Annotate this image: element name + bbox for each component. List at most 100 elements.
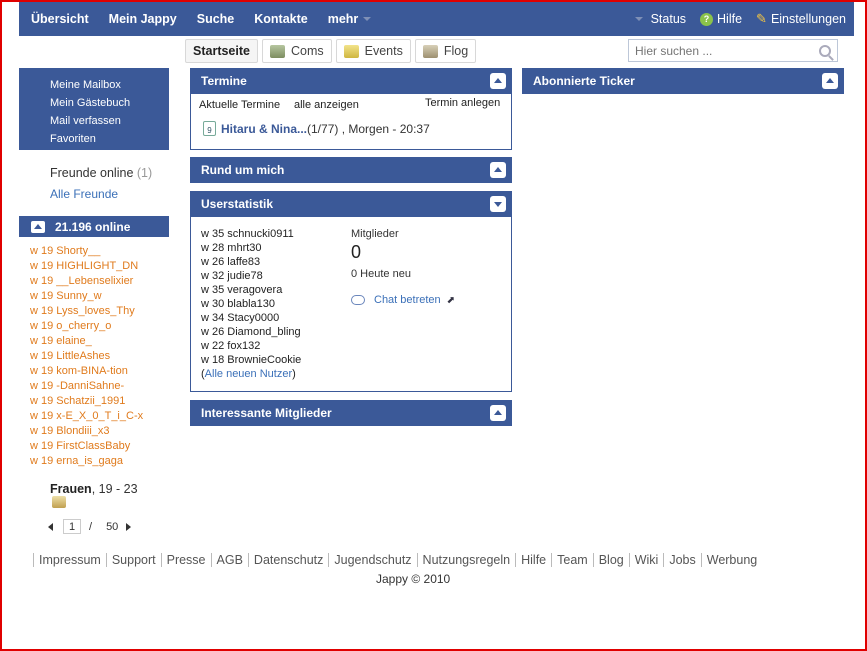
- tab-events[interactable]: Events: [335, 39, 411, 63]
- nav-uebersicht[interactable]: Übersicht: [31, 12, 89, 26]
- footer-link-support[interactable]: Support: [105, 553, 161, 567]
- footer-link-team[interactable]: Team: [551, 553, 593, 567]
- list-item[interactable]: w 28 mhrt30: [201, 241, 301, 255]
- event-name-link[interactable]: Hitaru & Nina...: [221, 122, 307, 136]
- sidebar-item-compose-mail[interactable]: Mail verfassen: [50, 112, 169, 130]
- footer-link-werbung[interactable]: Werbung: [700, 553, 763, 567]
- tab-flog-label: Flog: [443, 44, 469, 58]
- sidebar-item-favorites[interactable]: Favoriten: [50, 130, 169, 148]
- ticker-panel: Abonnierte Ticker: [522, 68, 844, 94]
- sidebar-item-mailbox[interactable]: Meine Mailbox: [50, 76, 169, 94]
- all-new-users: (Alle neuen Nutzer): [201, 367, 301, 381]
- list-item[interactable]: w 34 Stacy0000: [201, 311, 301, 325]
- online-user-link[interactable]: w 19 x-E_X_0_T_i_C-x: [30, 410, 143, 422]
- collapse-icon[interactable]: [31, 220, 45, 233]
- list-item[interactable]: w 18 BrownieCookie: [201, 353, 301, 367]
- tab-startseite[interactable]: Startseite: [185, 39, 258, 63]
- members-stat: Mitglieder 0 0 Heute neu: [351, 228, 411, 280]
- search-input[interactable]: [635, 43, 805, 58]
- list-item[interactable]: w 30 blabla130: [201, 297, 301, 311]
- list-item[interactable]: w 32 judie78: [201, 269, 301, 283]
- search-icon[interactable]: [819, 44, 831, 57]
- list-item: w 19 FirstClassBaby: [30, 439, 143, 454]
- page-total: 50: [106, 520, 119, 533]
- online-user-link[interactable]: w 19 LittleAshes: [30, 350, 110, 362]
- online-user-link[interactable]: w 19 Shorty__: [30, 245, 100, 257]
- tab-coms[interactable]: Coms: [261, 39, 332, 63]
- collapse-icon[interactable]: [490, 73, 506, 89]
- termine-title: Termine: [201, 74, 247, 88]
- list-item[interactable]: w 26 laffe83: [201, 255, 301, 269]
- online-user-link[interactable]: w 19 HIGHLIGHT_DN: [30, 260, 138, 272]
- expand-icon[interactable]: [490, 196, 506, 212]
- all-new-users-link[interactable]: Alle neuen Nutzer: [205, 368, 292, 380]
- list-item: w 19 Schatzii_1991: [30, 394, 143, 409]
- interessante-title: Interessante Mitglieder: [201, 406, 332, 420]
- settings-link[interactable]: ✎ Einstellungen: [756, 11, 846, 27]
- footer-link-presse[interactable]: Presse: [160, 553, 211, 567]
- page-input[interactable]: 1: [63, 519, 81, 534]
- online-user-link[interactable]: w 19 o_cherry_o: [30, 320, 111, 332]
- footer-link-blog[interactable]: Blog: [592, 553, 629, 567]
- members-label: Mitglieder: [351, 228, 399, 240]
- termine-panel: Termine Aktuelle Termine alle anzeigen T…: [190, 68, 512, 150]
- list-item: w 19 __Lebenselixier: [30, 274, 143, 289]
- footer-link-datenschutz[interactable]: Datenschutz: [247, 553, 328, 567]
- help-icon: ?: [700, 12, 714, 26]
- interessante-panel: Interessante Mitglieder: [190, 400, 512, 426]
- event-item: 9 Hitaru & Nina... (1/77) , Morgen - 20:…: [203, 121, 430, 136]
- help-link[interactable]: ? Hilfe: [700, 12, 742, 26]
- list-item[interactable]: w 35 schnucki0911: [201, 227, 301, 241]
- nav-suche[interactable]: Suche: [197, 12, 235, 26]
- list-item: w 19 HIGHLIGHT_DN: [30, 259, 143, 274]
- tab-events-label: Events: [364, 44, 403, 58]
- nav-mein-jappy[interactable]: Mein Jappy: [109, 12, 177, 26]
- footer-link-jugendschutz[interactable]: Jugendschutz: [328, 553, 416, 567]
- next-page-icon[interactable]: [126, 522, 132, 531]
- nav-kontakte[interactable]: Kontakte: [254, 12, 307, 26]
- create-event-link[interactable]: Termin anlegen: [425, 97, 500, 109]
- collapse-icon[interactable]: [490, 162, 506, 178]
- online-filter: Frauen, 19 - 23: [50, 482, 138, 496]
- list-item[interactable]: w 26 Diamond_bling: [201, 325, 301, 339]
- userstatistik-panel: Userstatistik w 35 schnucki0911 w 28 mhr…: [190, 191, 512, 392]
- footer-link-wiki[interactable]: Wiki: [628, 553, 664, 567]
- list-item: w 19 Shorty__: [30, 244, 143, 259]
- online-user-link[interactable]: w 19 Blondiii_x3: [30, 425, 110, 437]
- top-nav-bar: Übersicht Mein Jappy Suche Kontakte mehr…: [19, 2, 854, 36]
- rund-um-mich-panel: Rund um mich: [190, 157, 512, 183]
- nav-mehr[interactable]: mehr: [328, 12, 372, 26]
- termine-body: Aktuelle Termine alle anzeigen Termin an…: [190, 94, 512, 150]
- collapse-icon[interactable]: [822, 73, 838, 89]
- list-item[interactable]: w 22 fox132: [201, 339, 301, 353]
- edit-filter-icon[interactable]: [52, 496, 66, 508]
- list-item: w 19 Blondiii_x3: [30, 424, 143, 439]
- online-user-link[interactable]: w 19 -DanniSahne-: [30, 380, 124, 392]
- online-user-link[interactable]: w 19 Lyss_loves_Thy: [30, 305, 135, 317]
- footer-link-jobs[interactable]: Jobs: [663, 553, 700, 567]
- chat-enter-link[interactable]: Chat betreten: [374, 294, 441, 306]
- online-user-link[interactable]: w 19 erna_is_gaga: [30, 455, 123, 467]
- footer-link-hilfe[interactable]: Hilfe: [515, 553, 551, 567]
- prev-page-icon[interactable]: [48, 522, 53, 531]
- footer-link-impressum[interactable]: Impressum: [33, 553, 106, 567]
- list-item[interactable]: w 35 veragovera: [201, 283, 301, 297]
- footer-link-nutzungsregeln[interactable]: Nutzungsregeln: [416, 553, 516, 567]
- sidebar-item-guestbook[interactable]: Mein Gästebuch: [50, 94, 169, 112]
- ticker-header: Abonnierte Ticker: [522, 68, 844, 94]
- friends-online-section: Freunde online (1) Alle Freunde: [50, 163, 152, 205]
- online-user-link[interactable]: w 19 elaine_: [30, 335, 92, 347]
- show-all-events-link[interactable]: alle anzeigen: [294, 99, 359, 111]
- online-user-link[interactable]: w 19 __Lebenselixier: [30, 275, 133, 287]
- chevron-down-icon: [363, 17, 372, 21]
- online-user-link[interactable]: w 19 kom-BINA-tion: [30, 365, 128, 377]
- status-menu[interactable]: Status: [634, 12, 686, 26]
- footer-link-agb[interactable]: AGB: [210, 553, 248, 567]
- online-user-link[interactable]: w 19 FirstClassBaby: [30, 440, 130, 452]
- online-user-link[interactable]: w 19 Sunny_w: [30, 290, 102, 302]
- tab-flog[interactable]: Flog: [414, 39, 477, 63]
- collapse-icon[interactable]: [490, 405, 506, 421]
- userstatistik-header: Userstatistik: [190, 191, 512, 217]
- all-friends-link[interactable]: Alle Freunde: [50, 183, 152, 205]
- online-user-link[interactable]: w 19 Schatzii_1991: [30, 395, 125, 407]
